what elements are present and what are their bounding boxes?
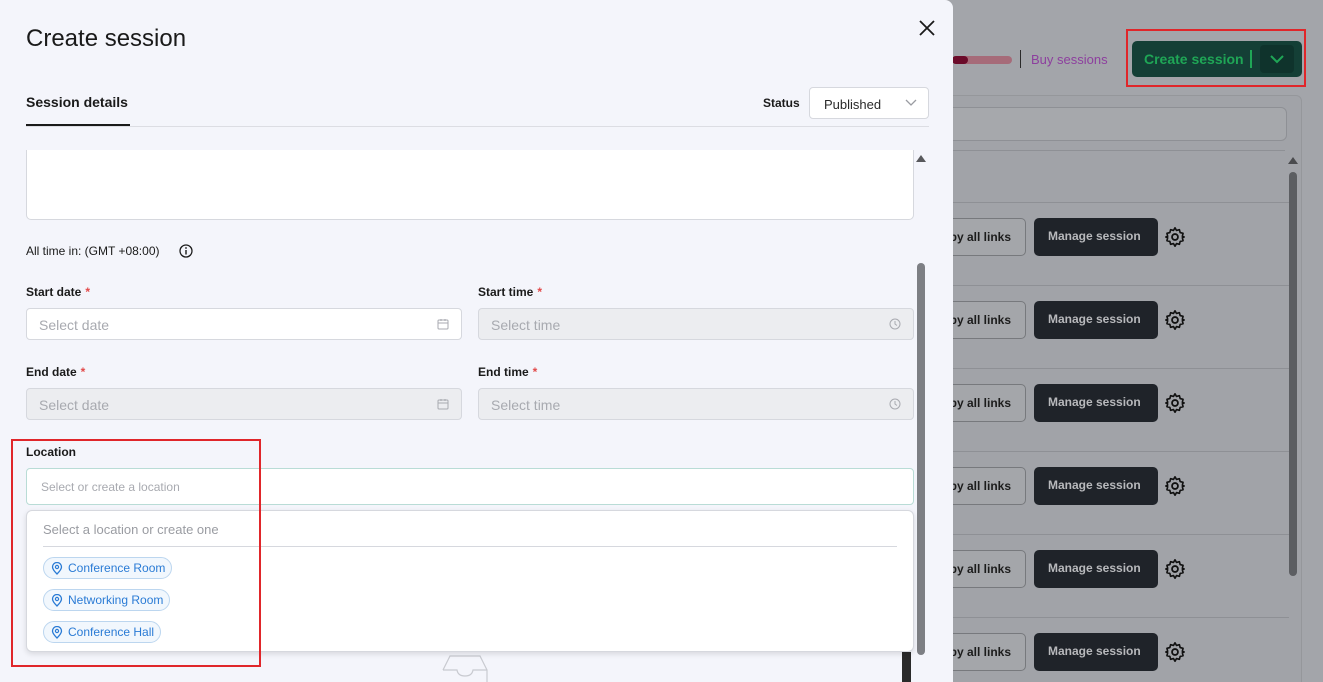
end-date-input[interactable]: Select date [26, 388, 462, 420]
manage-session-button[interactable]: Manage session [1034, 633, 1158, 671]
tab-session-details[interactable]: Session details [26, 94, 128, 110]
sessions-scrollbar[interactable] [1289, 172, 1297, 576]
gear-icon[interactable] [1164, 641, 1186, 663]
status-value: Published [824, 97, 882, 112]
chevron-down-icon [905, 99, 917, 106]
active-tab-indicator [26, 124, 130, 126]
gear-icon[interactable] [1164, 558, 1186, 580]
highlight-location [11, 439, 261, 667]
start-date-label: Start date * [26, 285, 91, 299]
status-select[interactable]: Published [809, 87, 929, 119]
calendar-icon [437, 399, 449, 410]
create-session-modal: Create session Session details Status Pu… [0, 0, 953, 682]
timezone-note: All time in: (GMT +08:00) [26, 244, 160, 258]
status-label: Status [763, 96, 800, 110]
divider [1020, 50, 1021, 68]
end-time-label: End time * [478, 365, 538, 379]
scroll-up-arrow[interactable] [1288, 157, 1298, 164]
start-time-input[interactable]: Select time [478, 308, 914, 340]
scroll-up-arrow[interactable] [916, 155, 926, 162]
calendar-icon [437, 319, 449, 330]
close-icon[interactable] [917, 18, 937, 38]
description-textarea[interactable] [26, 150, 914, 220]
clock-icon [889, 318, 901, 330]
manage-session-button[interactable]: Manage session [1034, 301, 1158, 339]
manage-session-button[interactable]: Manage session [1034, 467, 1158, 505]
info-icon[interactable] [179, 244, 193, 258]
gear-icon[interactable] [1164, 392, 1186, 414]
session-usage-progress [952, 56, 1012, 64]
start-time-label: Start time * [478, 285, 543, 299]
highlight-create-session [1126, 29, 1306, 87]
manage-session-button[interactable]: Manage session [1034, 384, 1158, 422]
end-time-input[interactable]: Select time [478, 388, 914, 420]
gear-icon[interactable] [1164, 226, 1186, 248]
start-date-input[interactable]: Select date [26, 308, 462, 340]
buy-sessions-link[interactable]: Buy sessions [1031, 52, 1108, 67]
clock-icon [889, 398, 901, 410]
gear-icon[interactable] [1164, 475, 1186, 497]
modal-title: Create session [26, 25, 187, 52]
manage-session-button[interactable]: Manage session [1034, 550, 1158, 588]
gear-icon[interactable] [1164, 309, 1186, 331]
sessions-search[interactable] [940, 107, 1287, 141]
modal-scrollbar[interactable] [917, 263, 925, 655]
end-date-label: End date * [26, 365, 86, 379]
manage-session-button[interactable]: Manage session [1034, 218, 1158, 256]
empty-box-icon [442, 655, 488, 682]
